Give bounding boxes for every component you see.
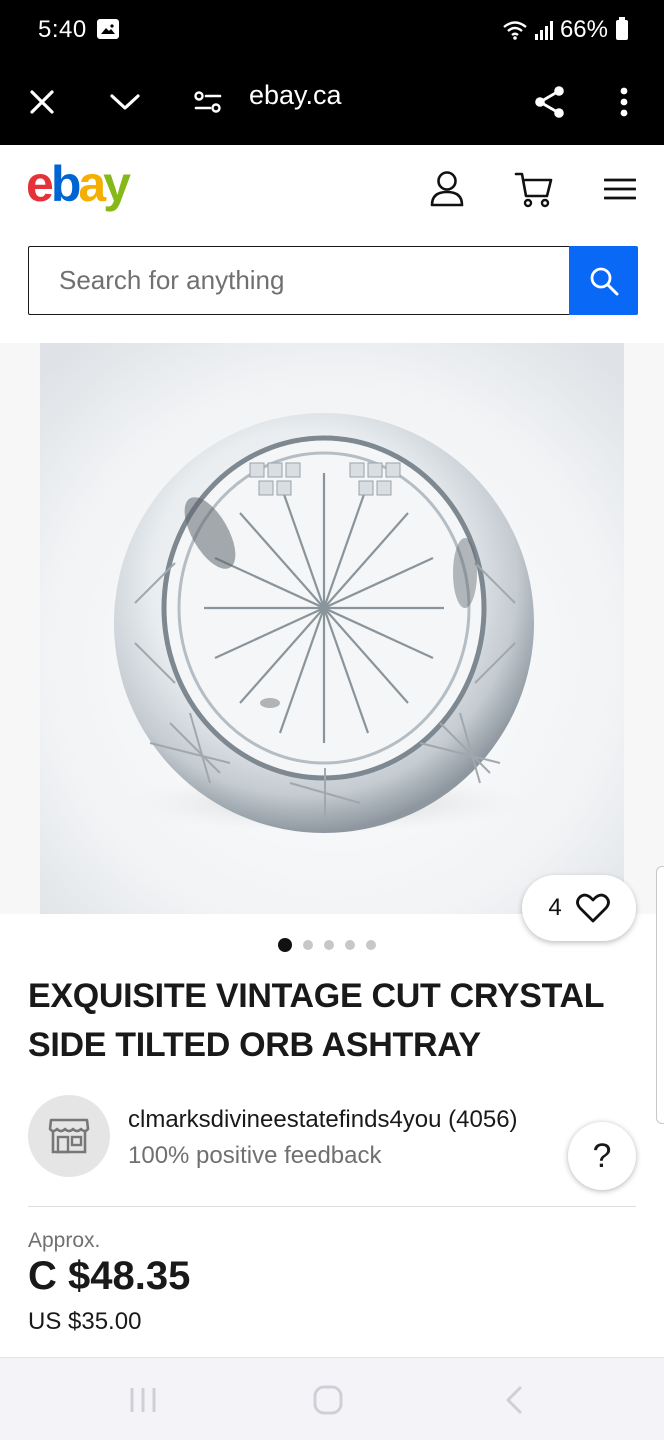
price-us: US $35.00 — [28, 1308, 142, 1335]
heart-icon — [575, 893, 610, 923]
search-box — [28, 246, 571, 315]
battery-icon — [616, 17, 628, 40]
system-nav-bar — [0, 1357, 664, 1440]
seller-feedback: 100% positive feedback — [128, 1142, 382, 1169]
gallery-dot[interactable] — [303, 940, 313, 950]
more-vert-icon[interactable] — [600, 78, 648, 126]
gallery-notification-icon — [97, 19, 119, 39]
share-icon[interactable] — [526, 78, 574, 126]
user-icon[interactable] — [425, 167, 469, 211]
seller-name[interactable]: clmarksdivineestatefinds4you (4056) — [128, 1106, 518, 1134]
page-settings-icon[interactable] — [184, 78, 232, 126]
recents-icon[interactable] — [121, 1378, 165, 1422]
back-icon[interactable] — [492, 1378, 536, 1422]
search-input[interactable] — [29, 247, 571, 314]
status-time: 5:40 — [38, 16, 87, 43]
divider — [28, 1206, 636, 1207]
listing-title: EXQUISITE VINTAGE CUT CRYSTAL SIDE TILTE… — [28, 977, 604, 1064]
gallery-dots[interactable] — [278, 938, 376, 952]
cart-icon[interactable] — [512, 167, 556, 211]
ebay-logo[interactable]: ebay — [26, 155, 131, 213]
battery-percent: 66% — [559, 16, 608, 43]
gallery-dot[interactable] — [345, 940, 355, 950]
status-bar: 5:40 66% — [0, 0, 664, 60]
close-icon[interactable] — [18, 78, 66, 126]
gallery-dot[interactable] — [366, 940, 376, 950]
gallery-dot[interactable] — [324, 940, 334, 950]
url-bar[interactable]: ebay.ca — [249, 80, 342, 111]
wifi-icon — [503, 21, 527, 40]
image-gallery[interactable] — [0, 343, 664, 914]
help-button[interactable]: ? — [568, 1122, 636, 1190]
home-icon[interactable] — [306, 1378, 350, 1422]
menu-icon[interactable] — [598, 167, 642, 211]
chevron-down-icon[interactable] — [101, 78, 149, 126]
price: C $48.35 — [28, 1254, 191, 1298]
signal-icon — [534, 21, 553, 40]
store-icon — [48, 1118, 90, 1154]
search-icon — [590, 267, 618, 295]
watch-button[interactable]: 4 — [522, 875, 636, 941]
product-image[interactable] — [40, 343, 624, 914]
scrollbar[interactable] — [656, 866, 664, 1124]
gallery-dot[interactable] — [278, 938, 292, 952]
site-header: ebay — [0, 145, 664, 343]
seller-avatar[interactable] — [28, 1095, 110, 1177]
approx-label: Approx. — [28, 1229, 101, 1252]
browser-toolbar: ebay.ca — [0, 60, 664, 145]
search-button[interactable] — [569, 246, 638, 315]
status-indicators: 66% — [502, 16, 628, 44]
watch-count: 4 — [548, 894, 562, 921]
